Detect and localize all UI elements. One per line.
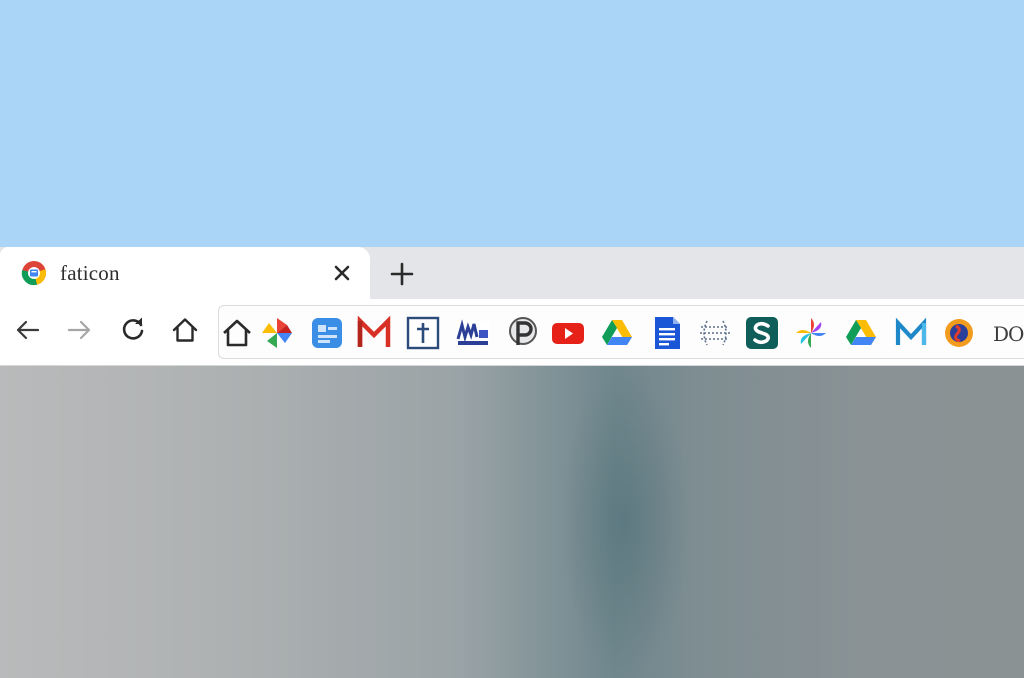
chrome-favicon: [21, 261, 47, 286]
youtube-icon: [552, 323, 584, 344]
browser-toolbar: DOOO: [0, 299, 1024, 366]
bookmark-drive[interactable]: [599, 315, 635, 351]
bookmark-cross[interactable]: [405, 315, 441, 351]
google-docs-icon: [655, 317, 680, 349]
desktop-background: [0, 0, 1024, 248]
bookmark-docs[interactable]: [649, 315, 685, 351]
bookmarks-bar: DOOO: [218, 305, 1024, 359]
bookmark-photos[interactable]: [259, 315, 295, 351]
home-icon: [223, 319, 251, 347]
bookmark-badge-logo[interactable]: [941, 315, 977, 351]
s-logo-icon: [746, 317, 778, 349]
tab-strip: faticon: [0, 247, 1024, 299]
google-drive-icon: [846, 320, 876, 345]
m-logo-icon: [895, 317, 927, 345]
plus-icon[interactable]: [387, 259, 417, 289]
bookmark-overflow-label[interactable]: DOOO: [993, 322, 1024, 346]
gmail-icon: [357, 315, 391, 347]
home-icon[interactable]: [170, 315, 200, 345]
chart-app-icon: [456, 319, 490, 345]
bookmark-p-logo[interactable]: [505, 315, 541, 351]
p-logo-icon: [509, 317, 537, 345]
active-tab[interactable]: faticon: [0, 247, 370, 299]
google-photos-icon: [796, 318, 826, 348]
close-icon[interactable]: [328, 259, 356, 287]
arrow-left-icon[interactable]: [13, 315, 43, 345]
reload-icon[interactable]: [118, 315, 148, 345]
content-shadow: [560, 366, 690, 678]
blue-app-icon: [312, 318, 342, 348]
cross-box-icon: [406, 316, 440, 350]
bookmark-m-logo[interactable]: [893, 315, 929, 351]
page-content-area: [0, 366, 1024, 678]
arrow-right-icon[interactable]: [64, 315, 94, 345]
bookmark-blue-app[interactable]: [309, 315, 345, 351]
bookmark-home[interactable]: [219, 315, 255, 351]
badge-logo-icon: [945, 319, 973, 347]
photos-pinwheel-icon: [262, 318, 292, 348]
bookmark-drive-2[interactable]: [843, 315, 879, 351]
bookmark-youtube[interactable]: [550, 315, 586, 351]
bookmark-gmail[interactable]: [356, 315, 392, 351]
tab-title: faticon: [60, 261, 120, 285]
bookmark-chart-app[interactable]: [455, 315, 491, 351]
bookmark-s-logo[interactable]: [744, 315, 780, 351]
bookmark-photos-2[interactable]: [793, 315, 829, 351]
google-drive-icon: [602, 320, 632, 345]
dotted-globe-icon: [700, 320, 730, 346]
bookmark-dotted-globe[interactable]: [697, 315, 733, 351]
